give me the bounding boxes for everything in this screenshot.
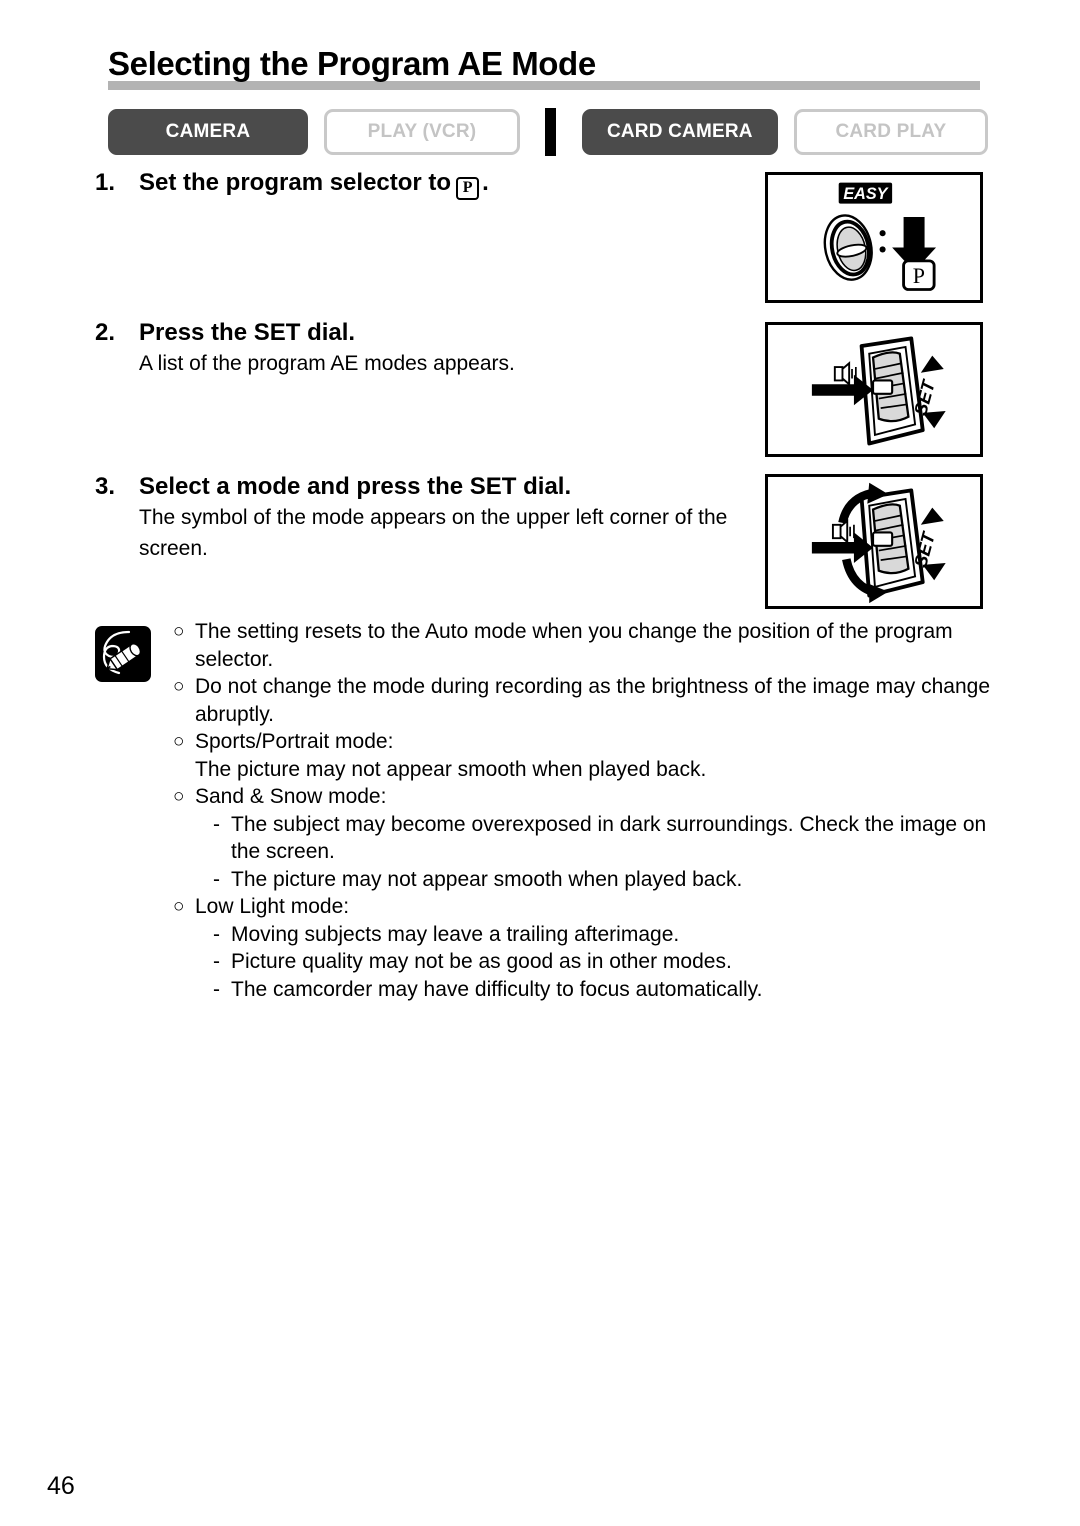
note-dash-item: - The camcorder may have difficulty to f…	[213, 976, 995, 1004]
illustration-program-selector-dial: EASY P	[765, 172, 983, 303]
step-3-body: The symbol of the mode appears on the up…	[139, 506, 728, 560]
note-bullet-icon: ○	[173, 621, 185, 642]
step-2-number: 2.	[95, 319, 116, 346]
page-header: Selecting the Program AE Mode	[108, 44, 980, 90]
step-2-body: A list of the program AE modes appears.	[139, 352, 515, 375]
mode-button-card-play[interactable]: CARD PLAY	[793, 109, 988, 155]
note-dash-text: The subject may become overexposed in da…	[231, 812, 987, 864]
note-item: ○ The setting resets to the Auto mode wh…	[173, 618, 995, 673]
step-1-number: 1.	[95, 169, 116, 196]
note-dash-item: - The picture may not appear smooth when…	[213, 866, 995, 894]
illustration-set-dial-press: SET	[765, 322, 983, 457]
set-dial-rotate-press-graphic: SET	[811, 482, 946, 604]
svg-text:EASY: EASY	[843, 185, 889, 203]
note-text: Do not change the mode during recording …	[195, 675, 990, 726]
illustration-set-dial-rotate-press: SET	[765, 474, 983, 609]
note-bullet-icon: ○	[173, 786, 185, 807]
note-bullet-icon: ○	[173, 676, 185, 697]
dial-graphic	[823, 214, 873, 281]
notes-block: ○ The setting resets to the Auto mode wh…	[95, 618, 995, 1003]
volume-speaker-icon	[831, 518, 855, 545]
set-dial-press-graphic: SET	[811, 336, 946, 446]
step-1-title-period: .	[482, 169, 489, 196]
easy-badge-icon: EASY	[838, 182, 893, 204]
svg-text:P: P	[913, 263, 925, 288]
set-up-arrow-icon	[920, 507, 944, 525]
step-3-title: Select a mode and press the SET dial.	[139, 473, 572, 500]
dial-position-dot-upper	[879, 230, 886, 237]
step-3-heading: 3. Select a mode and press the SET dial.	[95, 472, 755, 502]
step-2-heading: 2. Press the SET dial.	[95, 318, 755, 348]
note-item: ○ Low Light mode:	[173, 893, 995, 921]
program-selector-dial-graphic: EASY P	[823, 182, 937, 291]
note-text: Sports/Portrait mode:	[195, 730, 394, 753]
note-dash-marker: -	[213, 977, 220, 1001]
page-number: 46	[47, 1472, 75, 1500]
note-dash-marker: -	[213, 812, 220, 836]
mode-bar-separator	[545, 108, 556, 156]
note-item: ○ Do not change the mode during recordin…	[173, 673, 995, 728]
note-dash-item: - Moving subjects may leave a trailing a…	[213, 921, 995, 949]
note-dash-marker: -	[213, 950, 220, 973]
step-3: 3. Select a mode and press the SET dial.…	[95, 472, 755, 564]
note-bullet-icon: ○	[173, 731, 185, 752]
mode-button-camera[interactable]: CAMERA	[108, 109, 308, 155]
dial-position-dot-lower	[879, 246, 886, 253]
step-1: 1. Set the program selector to P.	[95, 168, 755, 200]
mode-bar: CAMERA PLAY (VCR) CARD CAMERA CARD PLAY	[108, 108, 988, 156]
step-2: 2. Press the SET dial. A list of the pro…	[95, 318, 755, 379]
note-dash-marker: -	[213, 922, 220, 946]
note-text: Sand & Snow mode:	[195, 785, 387, 808]
step-2-title: Press the SET dial.	[139, 319, 356, 346]
dial-p-icon: P	[902, 259, 936, 291]
mode-button-card-camera[interactable]: CARD CAMERA	[581, 109, 778, 155]
mode-button-play-vcr[interactable]: PLAY (VCR)	[323, 109, 521, 155]
memo-pencil-icon	[95, 626, 151, 682]
note-dash-marker: -	[213, 867, 220, 891]
note-bullet-icon: ○	[173, 896, 185, 917]
note-dash-item: - Picture quality may not be as good as …	[213, 948, 995, 976]
note-dash-text: Picture quality may not be as good as in…	[231, 950, 732, 973]
note-dash-item: - The subject may become overexposed in …	[213, 811, 995, 866]
note-dash-text: Moving subjects may leave a trailing aft…	[231, 922, 680, 946]
note-item: ○ Sand & Snow mode:	[173, 783, 995, 811]
step-1-heading: 1. Set the program selector to P.	[95, 168, 755, 200]
step-3-number: 3.	[95, 473, 116, 500]
note-text: Low Light mode:	[195, 895, 350, 918]
notes-list: ○ The setting resets to the Auto mode wh…	[173, 618, 995, 1003]
note-dash-text: The picture may not appear smooth when p…	[231, 867, 743, 891]
note-subtext: The picture may not appear smooth when p…	[195, 757, 707, 781]
program-p-icon: P	[456, 176, 480, 200]
step-1-title-text: Set the program selector to	[139, 169, 452, 196]
note-text: The setting resets to the Auto mode when…	[195, 620, 953, 671]
step-1-title: Set the program selector to P.	[139, 168, 755, 200]
volume-speaker-icon	[833, 361, 857, 387]
set-up-arrow-icon	[920, 355, 944, 373]
page-title: Selecting the Program AE Mode	[108, 45, 596, 82]
note-dash-text: The camcorder may have difficulty to foc…	[231, 977, 763, 1001]
note-item: ○ Sports/Portrait mode:	[173, 728, 995, 756]
